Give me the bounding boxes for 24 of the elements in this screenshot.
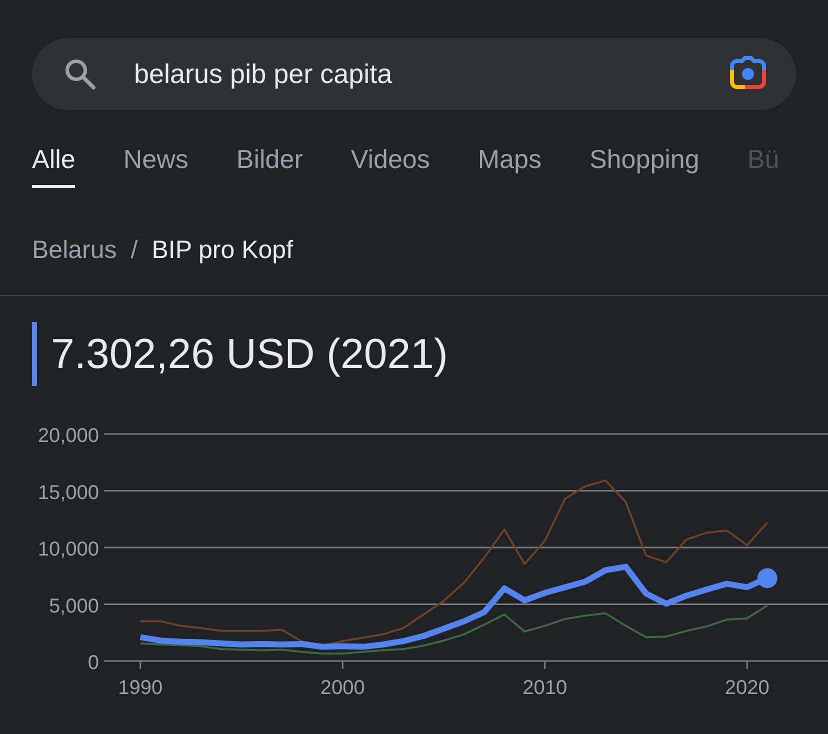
y-axis-label: 15,000 [38, 482, 99, 504]
search-field[interactable]: belarus pib per capita [32, 38, 796, 110]
breadcrumb-item[interactable]: BIP pro Kopf [152, 236, 294, 265]
search-tab[interactable]: Shopping [589, 144, 700, 188]
camera-icon[interactable] [728, 56, 768, 92]
x-axis-label: 2020 [724, 677, 770, 699]
x-axis-label: 1990 [118, 677, 163, 699]
search-tab[interactable]: Videos [350, 144, 430, 188]
y-axis-label: 20,000 [38, 425, 99, 447]
search-tab[interactable]: Maps [478, 144, 542, 188]
breadcrumb-item[interactable]: Belarus [32, 236, 117, 265]
search-tab[interactable]: Alle [32, 144, 76, 188]
x-axis-label: 2000 [320, 677, 365, 699]
search-query: belarus pib per capita [134, 58, 394, 90]
accent-bar [32, 322, 37, 386]
y-axis-label: 0 [88, 652, 99, 674]
y-axis-label: 5,000 [48, 595, 99, 618]
y-axis-label: 10,000 [38, 538, 99, 560]
headline-value: 7.302,26 USD (2021) [51, 330, 448, 378]
search-tab[interactable]: Bilder [236, 144, 303, 188]
breadcrumb-separator: / [130, 236, 138, 265]
data-point-marker[interactable] [757, 568, 778, 588]
search-tab[interactable]: News [123, 144, 188, 188]
x-axis-label: 2010 [522, 677, 568, 699]
